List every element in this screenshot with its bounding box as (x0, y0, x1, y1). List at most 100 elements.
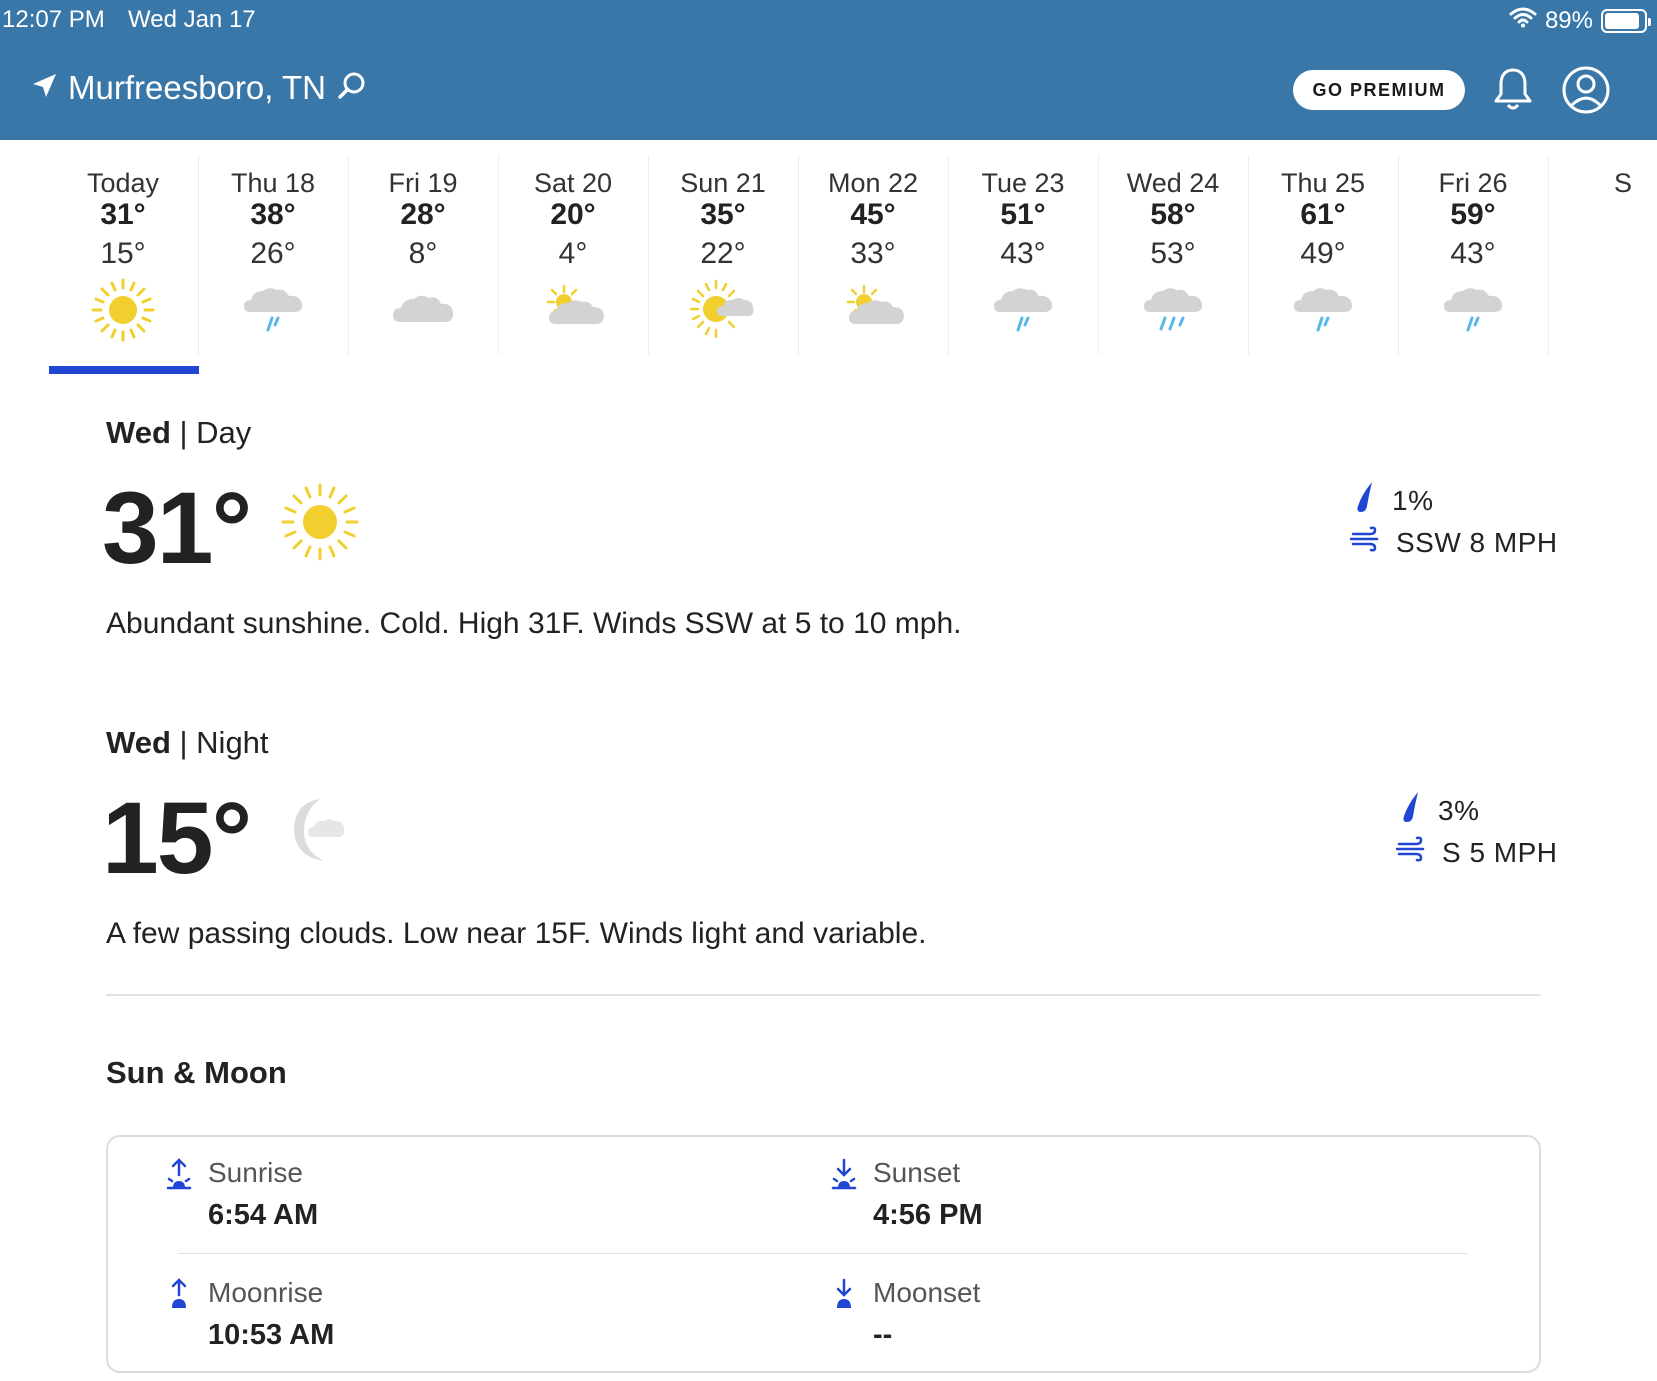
sunrise-icon (164, 1157, 194, 1196)
day-temperature: 31° (102, 471, 252, 585)
status-bar: 12:07 PM Wed Jan 17 89% (0, 6, 1657, 36)
night-description: A few passing clouds. Low near 15F. Wind… (106, 917, 927, 950)
day-section-heading: Wed | Day (106, 415, 252, 450)
day-wind: SSW 8 MPH (1349, 526, 1558, 559)
day-description: Abundant sunshine. Cold. High 31F. Winds… (106, 607, 962, 640)
day-tab-fri-19[interactable]: Fri 19 28° 8° (348, 140, 498, 360)
day-label: Wed (106, 725, 171, 760)
night-precip: 3% (1396, 790, 1479, 831)
moonrise-icon (164, 1277, 194, 1316)
day-name: Sun 21 (680, 168, 766, 198)
moonset-icon (829, 1277, 859, 1316)
day-name: S (1613, 168, 1632, 198)
status-date: Wed Jan 17 (128, 6, 256, 33)
sunrise-time: 6:54 AM (208, 1199, 319, 1231)
day-high: 31° (100, 198, 146, 231)
day-high: 35° (700, 198, 746, 231)
account-icon[interactable] (1561, 65, 1611, 120)
mostly-sunny-icon (688, 278, 758, 342)
moon-cloud-icon (284, 795, 354, 870)
day-low: 22° (700, 237, 746, 270)
moonrise-item: Moonrise 10:53 AM (164, 1277, 664, 1367)
day-precip: 1% (1350, 480, 1433, 521)
day-high: 45° (850, 198, 896, 231)
day-low: 33° (850, 237, 896, 270)
day-high: 38° (250, 198, 296, 231)
day-low: 49° (1300, 237, 1346, 270)
day-low: 53° (1150, 237, 1196, 270)
day-tab-today[interactable]: Today 31° 15° (48, 140, 198, 360)
search-icon[interactable] (336, 70, 368, 107)
rain-icon (988, 278, 1058, 342)
moonset-item: Moonset -- (829, 1277, 1329, 1367)
day-name: Tue 23 (981, 168, 1065, 198)
day-high: 28° (400, 198, 446, 231)
rain-icon (1288, 278, 1358, 342)
day-tab-wed-24[interactable]: Wed 24 58° 53° (1098, 140, 1248, 360)
sunset-label: Sunset (873, 1157, 961, 1188)
day-tab-tue-23[interactable]: Tue 23 51° 43° (948, 140, 1098, 360)
day-label: Wed (106, 415, 171, 450)
raindrop-icon (1396, 790, 1422, 831)
partly-cloudy-icon (538, 278, 608, 342)
wifi-icon (1509, 6, 1537, 35)
day-name: Wed 24 (1126, 168, 1220, 198)
day-low: 26° (250, 237, 296, 270)
sun-moon-title: Sun & Moon (106, 1055, 287, 1090)
sun-moon-card: Sunrise 6:54 AM Sunset 4:56 PM Moonrise … (106, 1135, 1541, 1373)
day-high: 51° (1000, 198, 1046, 231)
sunset-item: Sunset 4:56 PM (829, 1157, 1329, 1247)
bell-icon[interactable] (1492, 66, 1534, 117)
day-name: Fri 19 (388, 168, 458, 198)
day-tab-sat-20[interactable]: Sat 20 20° 4° (498, 140, 648, 360)
wind-value: SSW 8 MPH (1396, 526, 1558, 558)
wind-icon (1349, 526, 1380, 559)
day-high: 20° (550, 198, 596, 231)
app-header: 12:07 PM Wed Jan 17 89% Murfreesboro, TN… (0, 0, 1657, 140)
moonset-label: Moonset (873, 1277, 981, 1308)
day-name: Thu 25 (1280, 168, 1366, 198)
day-high: 59° (1450, 198, 1496, 231)
day-tab-thu-18[interactable]: Thu 18 38° 26° (198, 140, 348, 360)
sun-icon (280, 482, 360, 567)
day-name: Thu 18 (230, 168, 316, 198)
day-name: Today (86, 168, 160, 198)
location-selector[interactable]: Murfreesboro, TN (30, 66, 368, 110)
day-tab-thu-25[interactable]: Thu 25 61° 49° (1248, 140, 1398, 360)
sunset-icon (829, 1157, 859, 1196)
day-tab-mon-22[interactable]: Mon 22 45° 33° (798, 140, 948, 360)
go-premium-button[interactable]: GO PREMIUM (1293, 70, 1465, 110)
location-name[interactable]: Murfreesboro, TN (68, 69, 326, 107)
rain-icon (238, 278, 308, 342)
night-section-heading: Wed | Night (106, 725, 269, 760)
status-time: 12:07 PM (2, 6, 105, 33)
day-low: 43° (1000, 237, 1046, 270)
sun-moon-divider (178, 1253, 1468, 1254)
precip-value: 1% (1392, 484, 1434, 516)
daily-forecast-strip[interactable]: Today 31° 15° Thu 18 38° 26° Fri 19 28° … (0, 140, 1657, 375)
partly-cloudy-icon (838, 278, 908, 342)
wind-value: S 5 MPH (1442, 836, 1558, 868)
day-name: Mon 22 (827, 168, 919, 198)
day-tab-fri-26[interactable]: Fri 26 59° 43° (1398, 140, 1548, 360)
status-right: 89% (1509, 6, 1651, 35)
night-wind: S 5 MPH (1395, 836, 1558, 869)
moonset-time: -- (873, 1319, 893, 1351)
day-name: Sat 20 (533, 168, 613, 198)
period-label: Night (196, 725, 269, 760)
day-low: 43° (1450, 237, 1496, 270)
period-label: Day (196, 415, 252, 450)
day-low: 4° (558, 237, 588, 270)
sunrise-item: Sunrise 6:54 AM (164, 1157, 664, 1247)
battery-icon (1601, 8, 1651, 33)
sun-icon (88, 278, 158, 342)
day-high: 58° (1150, 198, 1196, 231)
selected-day-indicator (49, 366, 199, 374)
day-tab-sun-21[interactable]: Sun 21 35° 22° (648, 140, 798, 360)
location-arrow-icon (30, 72, 58, 105)
day-low: 8° (408, 237, 438, 270)
day-high: 61° (1300, 198, 1346, 231)
day-tab-partial[interactable]: S (1548, 140, 1657, 360)
moonrise-label: Moonrise (208, 1277, 324, 1308)
night-temperature: 15° (102, 781, 252, 895)
